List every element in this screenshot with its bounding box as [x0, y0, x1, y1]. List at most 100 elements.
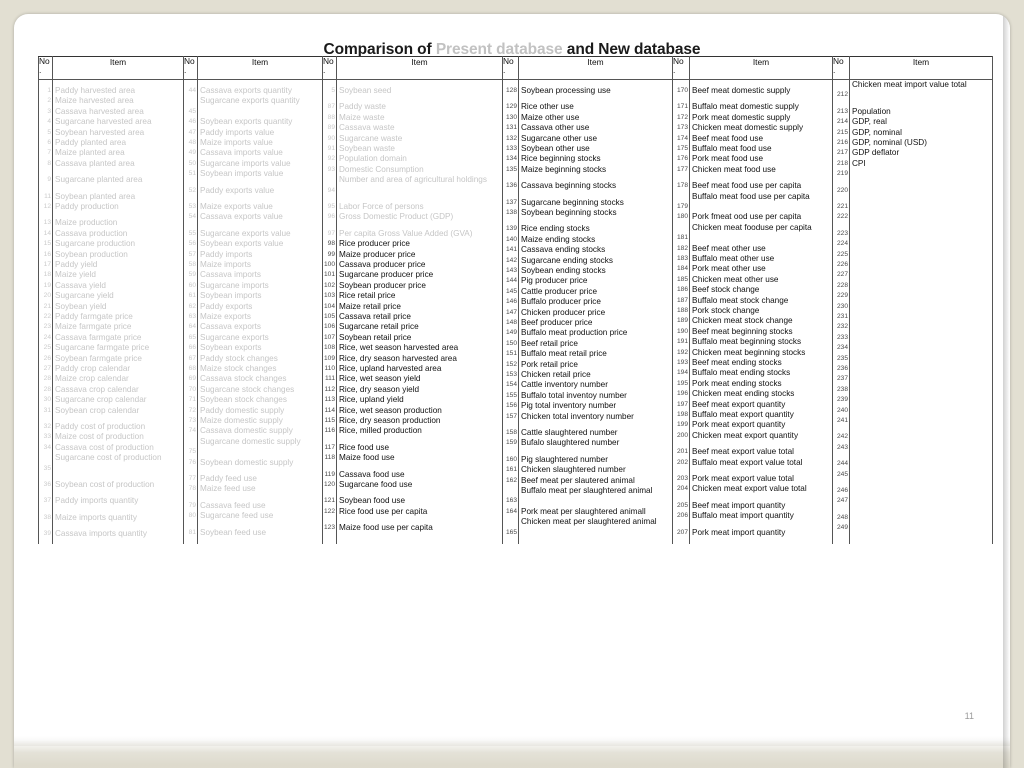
- row-item-label: Cassava production: [55, 228, 128, 238]
- col-6-numbers: 212 213 214 215 216 217 218 219 220 221 222 223 224 2…: [832, 79, 850, 544]
- row-item-label: Chicken meat food use: [692, 164, 776, 174]
- row-number: 48: [188, 139, 196, 146]
- row-item-label: Sugarcane retail price: [339, 322, 419, 332]
- row-item-label: Buffalo meat food use per capita: [692, 191, 810, 201]
- row-item-label: Maize exports: [200, 312, 251, 321]
- row-item-label: Pork retail price: [521, 359, 578, 369]
- row-number: 35: [43, 464, 51, 472]
- row-number: 174: [676, 134, 688, 142]
- row-number: 155: [505, 391, 517, 399]
- row-number: 16: [43, 250, 51, 258]
- row-item-label: Soybean harvested area: [55, 127, 145, 137]
- row-item-label: Chicken meat ending stocks: [692, 389, 795, 399]
- row-item-label: Bufalo slaughtered number: [521, 438, 620, 448]
- row-number: 177: [676, 165, 688, 173]
- row-number: 140: [505, 235, 517, 243]
- row-item-label: Sugarcane harvested area: [55, 117, 152, 127]
- row-item-label: Paddy imports: [200, 249, 253, 259]
- col-header-no-1: No.: [38, 56, 53, 80]
- col-2-items: Cassava exports quantity Sugarcane export…: [197, 79, 323, 544]
- row-item-label: Maize stock changes: [200, 364, 277, 373]
- items-grid: No. Item No. Item No. Item No. Item No. Item No. It…: [38, 56, 993, 544]
- row-item-label: Sugarcane domestic supply: [200, 436, 301, 446]
- row-number: 51: [188, 170, 196, 178]
- row-number: 146: [505, 298, 517, 306]
- row-number: 152: [505, 360, 517, 368]
- row-item-label: Rice food use: [339, 442, 390, 452]
- row-item-label: Rice food use per capita: [339, 506, 428, 516]
- row-number: 230: [836, 302, 848, 310]
- row-number: 30: [43, 396, 51, 404]
- slide-canvas: Comparison of Present database and New d…: [14, 14, 1010, 768]
- row-item-label: Soybean imports value: [200, 169, 284, 179]
- row-item-label: Paddy imports quantity: [55, 496, 139, 506]
- row-item-label: Rice retail price: [339, 291, 396, 301]
- row-number: 183: [676, 255, 688, 262]
- row-number: 235: [836, 354, 848, 362]
- row-item-label: Pork meat import quantity: [692, 527, 786, 537]
- row-item-label: Chicken slaughtered number: [521, 465, 626, 475]
- row-item-label: Maize crop calendar: [55, 374, 129, 384]
- row-item-label: Soybean crop calendar: [55, 405, 140, 415]
- row-item-label: Rice, wet season yield: [339, 374, 421, 384]
- row-item-label: Sugarcane production: [55, 239, 136, 249]
- row-item-label: Paddy farmgate price: [55, 312, 133, 321]
- col-6-items: Chicken meat import value total Populatio…: [849, 79, 993, 544]
- row-item-label: Pork meat export value total: [692, 474, 794, 483]
- row-item-label: Soybean stock changes: [200, 395, 287, 405]
- row-number: 224: [836, 240, 848, 248]
- row-number: 70: [188, 385, 196, 393]
- row-number: 154: [505, 381, 517, 389]
- row-number: 136: [505, 182, 517, 190]
- row-number: 228: [836, 281, 848, 289]
- col-header-no-2: No.: [183, 56, 198, 80]
- row-number: 113: [324, 396, 335, 404]
- row-number: 17: [43, 261, 51, 268]
- row-item-label: Population: [852, 106, 891, 116]
- row-item-label: Buffalo meat food use: [692, 144, 772, 153]
- row-item-label: Cassava other use: [521, 123, 590, 133]
- table-body: 1 2 3 4 5 6 7 8 9 11 12 13 14 15 16 17 18 19 20 21 22 23 24 25 2…: [38, 79, 993, 544]
- row-item-label: Pork meat export quantity: [692, 420, 786, 430]
- row-number: 159: [505, 439, 517, 447]
- row-item-label: Paddy planted area: [55, 138, 127, 147]
- row-item-label: Sugarcane crop calendar: [55, 395, 147, 405]
- row-item-label: Beef retail price: [521, 338, 578, 348]
- row-number: 121: [323, 497, 335, 505]
- col-header-item-4: Item: [518, 56, 673, 80]
- row-number: 212: [836, 91, 848, 99]
- row-number: 88: [327, 113, 335, 121]
- row-item-label: Sugarcane exports quantity: [200, 96, 300, 106]
- row-number: 8: [47, 159, 51, 167]
- row-number: 114: [324, 406, 335, 414]
- row-item-label: Sugarcane feed use: [200, 511, 274, 521]
- row-number: 104: [323, 302, 335, 310]
- col-2-numbers: 44 45 46 47 48 49 50 51 52 53 54 55 56 57 58 59 60 61 62 63…: [183, 79, 198, 544]
- row-number: 105: [323, 313, 335, 320]
- row-number: 101: [323, 271, 335, 279]
- row-item-label: Rice, wet season harvested area: [339, 343, 459, 353]
- row-number: 243: [836, 443, 848, 451]
- row-item-label: Soybean seed: [339, 86, 392, 95]
- row-number: 89: [327, 124, 335, 132]
- row-item-label: Sugarcane stock changes: [200, 384, 295, 394]
- row-number: 202: [676, 458, 688, 466]
- row-item-label: Chicken meat other use: [692, 274, 779, 284]
- col-4-numbers: 128 129 130 131 132 133 134 135 136 137 138 139 140 1…: [502, 79, 519, 544]
- row-number: 134: [505, 155, 517, 163]
- row-item-label: Rice, dry season production: [339, 416, 441, 425]
- row-number: 77: [188, 475, 196, 482]
- row-item-label: Cassava food use: [339, 469, 405, 479]
- row-item-label: Buffalo meat production price: [521, 328, 628, 338]
- row-number: 33: [43, 433, 51, 441]
- row-number: 234: [836, 344, 848, 352]
- row-number: 90: [327, 134, 335, 142]
- row-number: 5: [331, 87, 335, 94]
- row-number: 186: [676, 286, 688, 294]
- row-number: 100: [323, 261, 335, 268]
- row-item-label: Gross Domestic Product (GDP): [339, 212, 454, 222]
- row-number: 123: [323, 524, 335, 532]
- row-item-label: Maize farmgate price: [55, 322, 132, 332]
- row-item-label: Sugarcane food use: [339, 480, 413, 489]
- row-number: 240: [836, 406, 848, 414]
